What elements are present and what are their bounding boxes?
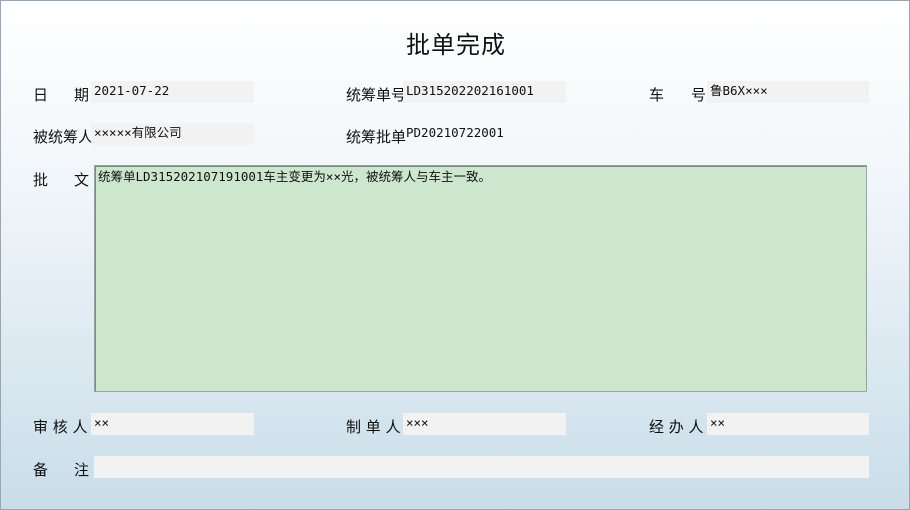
note-label-part1: 备	[33, 461, 49, 479]
reviewer-field[interactable]: ××	[91, 413, 254, 435]
reviewer-label: 审 核 人	[33, 418, 88, 436]
batch-number-label: 统筹批单	[346, 128, 407, 146]
endorsement-label-part2: 文	[74, 171, 90, 189]
note-label-part2: 注	[74, 461, 90, 479]
insured-party-field[interactable]: ×××××有限公司	[91, 123, 254, 145]
insured-party-label: 被统筹人	[33, 128, 94, 146]
batch-complete-window: 批单完成 日 期 2021-07-22 统筹单号 LD3152022021610…	[0, 0, 910, 510]
vehicle-label-part1: 车	[649, 86, 665, 104]
page-title: 批单完成	[406, 31, 506, 59]
handler-label: 经 办 人	[649, 418, 704, 436]
batch-number-field[interactable]: PD20210722001	[403, 123, 566, 145]
endorsement-label-part1: 批	[33, 171, 49, 189]
order-number-field[interactable]: LD315202202161001	[403, 81, 566, 103]
date-label-part2: 期	[74, 86, 90, 104]
handler-field[interactable]: ××	[707, 413, 869, 435]
vehicle-plate-field[interactable]: 鲁B6X×××	[707, 81, 869, 103]
endorsement-textarea[interactable]: 统筹单LD315202107191001车主变更为××光，被统筹人与车主一致。	[94, 165, 867, 392]
date-label-part1: 日	[33, 86, 49, 104]
note-field[interactable]	[94, 456, 869, 478]
maker-label: 制 单 人	[346, 418, 401, 436]
maker-field[interactable]: ×××	[403, 413, 566, 435]
date-field[interactable]: 2021-07-22	[91, 81, 254, 103]
vehicle-label-part2: 号	[691, 86, 707, 104]
order-number-label: 统筹单号	[346, 86, 407, 104]
